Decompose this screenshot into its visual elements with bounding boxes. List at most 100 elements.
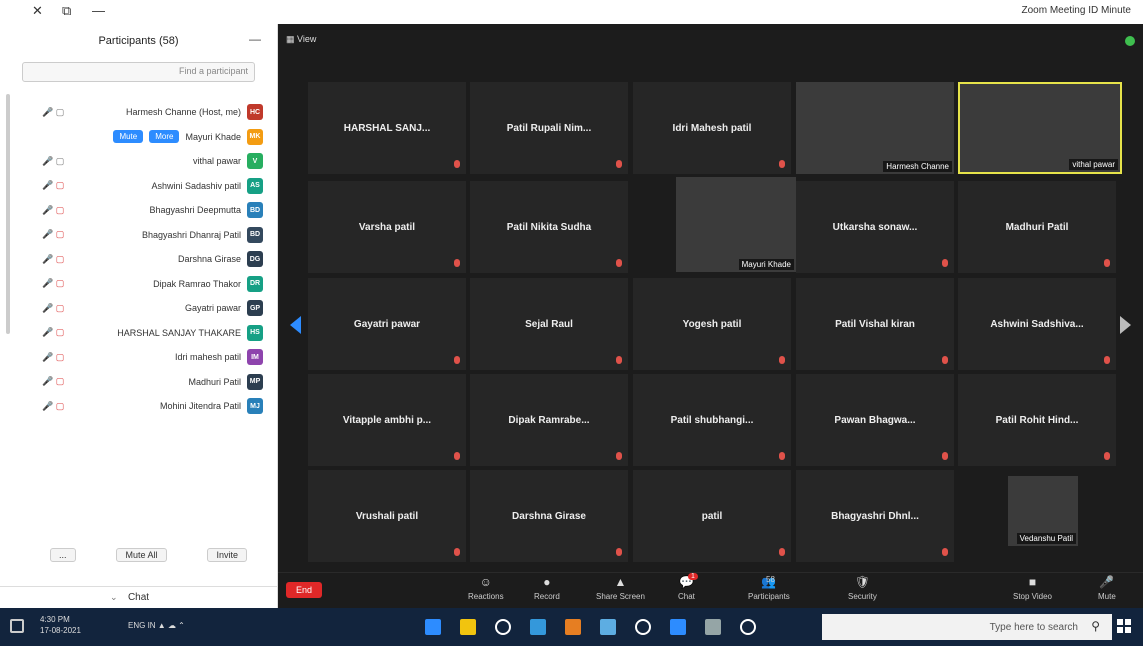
meeting-toolbar: End ☺ Reactions ● Record ▲ Share Screen 💬 1 Chat… [278,572,1143,608]
reactions-button[interactable]: ☺ Reactions [468,575,504,601]
toolbar-label: Stop Video [1013,592,1052,601]
muted-mic-icon [616,452,622,460]
participant-name-tile[interactable]: Darshna Girase [470,470,628,562]
participant-name-tile[interactable]: Bhagyashri Dhnl... [796,470,954,562]
participant-name-tile[interactable]: Vrushali patil [308,470,466,562]
tile-label: Darshna Girase [512,510,586,522]
taskbar-app-icon[interactable] [425,619,441,635]
clock-time: 4:30 PM [40,615,70,624]
avatar: V [247,153,263,170]
participants-scrollbar[interactable] [6,94,10,334]
participant-row[interactable]: 🎤 ▢ Dipak Ramrao Thakor DR [14,272,263,297]
mute-all-button[interactable]: Mute All [116,548,167,562]
chevron-down-icon[interactable]: ⌄ [110,592,118,603]
participant-row[interactable]: 🎤 ▢ Bhagyashri Dhanraj Patil BD [14,223,263,248]
participant-row[interactable]: 🎤 ▢ Gayatri pawar GP [14,296,263,321]
system-tray[interactable]: ENG IN ▲ ☁ ⌃ [128,621,185,630]
more-participant-button[interactable]: More [149,130,180,144]
stop-video-button[interactable]: ■ Stop Video [1013,575,1052,601]
mute-participant-button[interactable]: Mute [113,130,144,144]
participant-name-tile[interactable]: Dipak Ramrabe... [470,374,628,466]
participant-search-input[interactable]: Find a participant [22,62,255,82]
tile-label: Pawan Bhagwa... [834,414,916,426]
taskbar-app-icon[interactable] [705,619,721,635]
restore-icon[interactable]: ⧉ [62,3,71,19]
participant-name-tile[interactable]: Vitapple ambhi p... [308,374,466,466]
taskbar-app-icon[interactable] [460,619,476,635]
participant-row[interactable]: 🎤 ▢ Idri mahesh patil IM [14,345,263,370]
minimize-icon[interactable]: — [92,3,105,18]
participant-name-tile[interactable]: Patil Rupali Nim... [470,82,628,174]
record-button[interactable]: ● Record [534,575,560,601]
participant-name-tile[interactable]: Patil shubhangi... [633,374,791,466]
participant-video-tile[interactable]: vithal pawar [958,82,1122,174]
view-button[interactable]: ▦ View [286,34,316,45]
close-icon[interactable]: ✕ [32,3,43,19]
participant-name-tile[interactable]: Patil Vishal kiran [796,278,954,370]
chat-unread-badge: 1 [688,573,698,580]
taskbar-app-icon[interactable] [670,619,686,635]
taskbar-app-icon[interactable] [635,619,651,635]
previous-page-arrow-icon[interactable] [290,316,301,334]
participant-name-tile[interactable]: Madhuri Patil [958,181,1116,273]
encryption-shield-icon[interactable] [1125,36,1135,46]
participant-row[interactable]: 🎤 ▢ Bhagyashri Deepmutta BD [14,198,263,223]
toolbar-label: Share Screen [596,592,645,601]
invite-button[interactable]: Invite [207,548,247,562]
mute-button[interactable]: 🎤 Mute [1098,575,1116,601]
taskbar-app-icon[interactable] [600,619,616,635]
participant-row[interactable]: 🎤 ▢ Darshna Girase DG [14,247,263,272]
participant-name-tile[interactable]: Patil Rohit Hind... [958,374,1116,466]
avatar: MJ [247,398,263,415]
participant-name-tile[interactable]: Pawan Bhagwa... [796,374,954,466]
participant-name: HARSHAL SANJAY THAKARE [117,327,241,338]
chat-tab[interactable]: ⌄ Chat [0,586,277,608]
participant-count: 58 [766,575,775,584]
taskbar-clock[interactable]: 4:30 PM 17-08-2021 [40,614,81,636]
participant-row[interactable]: 🎤 ▢ Madhuri Patil MP [14,370,263,395]
participant-name-tile[interactable]: Gayatri pawar [308,278,466,370]
taskbar-app-icon[interactable] [740,619,756,635]
participant-row[interactable]: 🎤 ▢ Harmesh Channe (Host, me) HC [14,100,263,125]
participants-footer: ... Mute All Invite [50,546,247,564]
taskbar-search-input[interactable]: Type here to search ⚲ [822,614,1112,640]
next-page-arrow-icon[interactable] [1120,316,1131,334]
participant-row[interactable]: Mute More Mayuri Khade MK [14,125,263,150]
participant-name-tile[interactable]: Yogesh patil [633,278,791,370]
end-meeting-button[interactable]: End [286,582,323,598]
taskbar-app-icon[interactable] [530,619,546,635]
toolbar-label: Participants [748,592,790,601]
share-screen-button[interactable]: ▲ Share Screen [596,575,645,601]
taskbar-app-icon[interactable] [495,619,511,635]
participant-name-tile[interactable]: Patil Nikita Sudha [470,181,628,273]
participant-name: Idri mahesh patil [174,352,241,363]
more-button[interactable]: ... [50,548,76,562]
participant-name-tile[interactable]: Sejal Raul [470,278,628,370]
taskbar-app-icon[interactable] [565,619,581,635]
participant-row[interactable]: 🎤 ▢ Mohini Jitendra Patil MJ [14,394,263,419]
participant-video-tile[interactable]: Vedanshu Patil [1008,476,1078,546]
participant-row[interactable]: 🎤 ▢ HARSHAL SANJAY THAKARE HS [14,321,263,346]
collapse-icon[interactable]: — [249,32,261,46]
participant-name-tile[interactable]: Utkarsha sonaw... [796,181,954,273]
toolbar-label: Reactions [468,592,504,601]
participant-name-tile[interactable]: Varsha patil [308,181,466,273]
participant-name-tile[interactable]: patil [633,470,791,562]
muted-mic-icon [942,259,948,267]
security-button[interactable]: 🛡 Security [848,575,877,601]
participant-name-tile[interactable]: Ashwini Sadshiva... [958,278,1116,370]
participant-name-tile[interactable]: HARSHAL SANJ... [308,82,466,174]
participant-video-tile[interactable]: Mayuri Khade [676,177,796,272]
notification-icon[interactable] [10,619,24,633]
participant-row[interactable]: 🎤 ▢ Ashwini Sadashiv patil AS [14,174,263,199]
windows-start-icon[interactable] [1117,619,1131,633]
participant-status-icons: 🎤 ▢ [42,155,65,166]
participant-status-icons: 🎤 ▢ [42,400,65,411]
participants-button[interactable]: 👥 58 Participants [748,575,790,601]
participant-row[interactable]: 🎤 ▢ vithal pawar V [14,149,263,174]
participant-status-icons: 🎤 ▢ [42,351,65,362]
participant-video-tile[interactable]: Harmesh Channe [796,82,954,174]
chat-button[interactable]: 💬 1 Chat [678,573,698,601]
participant-name-tile[interactable]: Idri Mahesh patil [633,82,791,174]
muted-mic-icon [454,160,460,168]
